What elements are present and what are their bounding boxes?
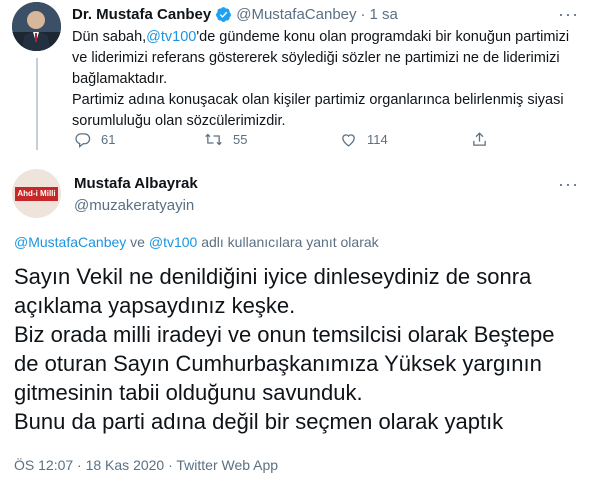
tweet-line: Biz orada milli iradeyi ve onun temsilci… [14, 322, 555, 347]
author-name[interactable]: Mustafa Albayrak [74, 175, 198, 192]
tweet-meta[interactable]: ÖS 12:07 · 18 Kas 2020 · Twitter Web App [14, 457, 278, 473]
separator: · [360, 6, 366, 23]
reply-mention-1[interactable]: @MustafaCanbey [14, 234, 126, 250]
tweet-time[interactable]: 1 sa [370, 6, 398, 23]
mention-link[interactable]: @tv100 [146, 29, 196, 45]
like-button[interactable]: 114 [340, 131, 388, 148]
avatar[interactable]: Ahd-i Milli [12, 169, 61, 218]
author-name[interactable]: Dr. Mustafa Canbey [72, 6, 211, 23]
author-handle[interactable]: @muzakeratyayin [74, 197, 194, 214]
tweet-paragraph-1: Dün sabah,@tv100'de gündeme konu olan pr… [72, 27, 582, 90]
reply-button[interactable]: 61 [74, 131, 115, 148]
share-icon [473, 132, 486, 146]
tweet-line: de oturan Sayın Cumhurbaşkanımıza Yüksek… [14, 351, 542, 376]
reply-mention-2[interactable]: @tv100 [149, 234, 197, 250]
retweet-count: 55 [233, 132, 248, 147]
thread-line [36, 58, 38, 150]
parent-tweet[interactable]: Dr. Mustafa Canbey @MustafaCanbey · 1 sa… [0, 0, 591, 150]
retweet-icon [205, 133, 222, 146]
tweet-paragraph-2: Partimiz adına konuşacak olan kişiler pa… [72, 92, 564, 129]
more-options-button[interactable]: ··· [558, 174, 579, 195]
reply-suffix: adlı kullanıcılara yanıt olarak [201, 234, 379, 250]
reply-icon [75, 133, 91, 148]
reply-context: @MustafaCanbey ve @tv100 adlı kullanıcıl… [14, 234, 379, 250]
reply-count: 61 [101, 132, 116, 147]
more-options-button[interactable]: ··· [558, 4, 579, 25]
main-tweet: Ahd-i Milli Mustafa Albayrak @muzakeraty… [0, 150, 591, 482]
tweet-text: Sayın Vekil ne denildiğini iyice dinlese… [14, 262, 584, 436]
heart-icon [342, 134, 355, 147]
tweet-line: Bunu da parti adına değil bir seçmen ola… [14, 409, 504, 434]
reply-and: ve [130, 234, 145, 250]
tweet-text-part1: Dün sabah, [72, 29, 147, 45]
tweet-line: Sayın Vekil ne denildiğini iyice dinlese… [14, 264, 532, 289]
author-handle[interactable]: @MustafaCanbey [236, 6, 356, 23]
avatar-logo-text: Ahd-i Milli [17, 189, 56, 198]
avatar[interactable] [12, 2, 61, 51]
like-count: 114 [367, 132, 388, 147]
tweet-line: gitmesinin tabii olduğunu savunduk. [14, 380, 363, 405]
tweet-text: Dün sabah,@tv100'de gündeme konu olan pr… [72, 27, 582, 132]
avatar-image [12, 2, 61, 51]
retweet-button[interactable]: 55 [204, 131, 247, 148]
tweet-line: açıklama yapsaydınız keşke. [14, 293, 296, 318]
verified-icon [215, 6, 232, 23]
